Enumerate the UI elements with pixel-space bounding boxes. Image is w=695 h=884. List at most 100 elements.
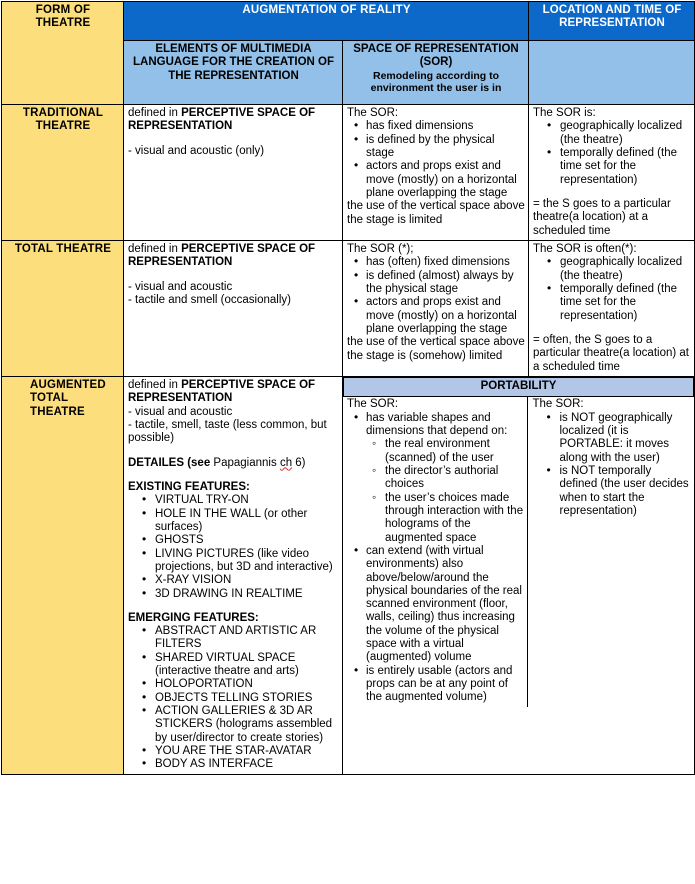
feature-item: GHOSTS <box>142 533 339 547</box>
cell-location-total: The SOR is often(*): geographically loca… <box>528 239 695 377</box>
feature-item: YOU ARE THE STAR-AVATAR <box>142 744 339 758</box>
location-bullet-list: geographically localized (the theatre) t… <box>533 255 691 323</box>
row-label-augmented-total-theatre: AUGMENTED TOTAL THEATRE <box>1 375 124 775</box>
header-location-and-time: LOCATION AND TIME OF REPRESENTATION <box>528 1 695 41</box>
existing-features-heading: EXISTING FEATURES: <box>128 480 250 493</box>
row-label-line2: THEATRE <box>35 120 91 133</box>
feature-item: LIVING PICTURES (like video projections,… <box>142 547 339 575</box>
spellcheck-underlined-word: ch <box>279 456 293 469</box>
cell-location-augmented: The SOR: is NOT geographically localized… <box>528 397 694 707</box>
feature-item: 3D DRAWING IN REALTIME <box>142 586 339 601</box>
location-bullet: temporally defined (the time set for the… <box>547 282 691 323</box>
sor-bullet: actors and props exist and move (mostly)… <box>354 159 525 200</box>
header-form-of-theatre: FORM OF THEATRE <box>1 1 124 105</box>
location-bullet: temporally defined (the time set for the… <box>547 146 691 187</box>
location-tail: = the S goes to a particular theatre(a l… <box>533 197 671 237</box>
row-label-line1: AUGMENTED <box>30 378 106 391</box>
table-header-row-1: FORM OF THEATRE AUGMENTATION OF REALITY … <box>1 1 695 105</box>
row-label-total-theatre: TOTAL THEATRE <box>1 239 124 377</box>
cell-sor-total: The SOR (*); has (often) fixed dimension… <box>341 239 530 377</box>
location-bullet: is NOT geographically localized (it is P… <box>547 411 691 465</box>
sor-sub-bullet-list: the real environment (scanned) of the us… <box>366 437 524 545</box>
feature-item: HOLOPORTATION <box>142 677 339 691</box>
location-tail: = often, the S goes to a particular thea… <box>533 333 689 373</box>
sor-bullet-list: has variable shapes and dimensions that … <box>347 411 524 705</box>
row-label-line2: TOTAL <box>30 392 69 405</box>
header-sor-line1: SPACE OF REPRESENTATION (SOR) <box>353 43 519 69</box>
location-intro: The SOR is often(*): <box>533 242 637 255</box>
row-label-line3: THEATRE <box>30 405 85 418</box>
emerging-features-heading: EMERGING FEATURES: <box>128 611 259 624</box>
elements-item: - tactile, smell, taste (less common, bu… <box>128 418 327 445</box>
sor-bullet-text: has variable shapes and dimensions that … <box>366 411 508 437</box>
header-form-line2: THEATRE <box>35 17 91 30</box>
sor-bullet: is entirely usable (actors and props can… <box>354 664 524 705</box>
sor-bullet-list: has fixed dimensions is defined by the p… <box>347 119 525 200</box>
portability-banner: PORTABILITY <box>343 376 695 398</box>
sor-tail: the use of the vertical space above the … <box>347 336 525 362</box>
elements-item: - visual and acoustic <box>128 280 233 293</box>
table-row-total-theatre: TOTAL THEATRE defined in PERCEPTIVE SPAC… <box>1 239 695 377</box>
feature-item: OBJECTS TELLING STORIES <box>142 691 339 705</box>
location-bullet-list: geographically localized (the theatre) t… <box>533 119 691 187</box>
sor-sub-bullet: the user’s choices made through interact… <box>372 491 524 545</box>
feature-item: SHARED VIRTUAL SPACE (interactive theatr… <box>142 651 339 679</box>
sor-bullet: can extend (with virtual environments) a… <box>354 544 524 665</box>
location-bullet: geographically localized (the theatre) <box>547 255 691 283</box>
elements-lead: defined in PERCEPTIVE SPACE OF REPRESENT… <box>128 243 339 270</box>
sor-bullet: has (often) fixed dimensions <box>354 255 525 269</box>
header-elements-of-multimedia-language: ELEMENTS OF MULTIMEDIA LANGUAGE FOR THE … <box>123 40 343 105</box>
feature-item: BODY AS INTERFACE <box>142 757 339 771</box>
elements-lead-plain: defined in <box>128 242 182 255</box>
sor-bullet-list: has (often) fixed dimensions is defined … <box>347 255 525 336</box>
sor-bullet: is defined (almost) always by the physic… <box>354 269 525 297</box>
emerging-features-list: ABSTRACT AND ARTISTIC AR FILTERS SHARED … <box>128 624 339 772</box>
detailes-tail: 6) <box>292 456 306 469</box>
sor-sub-bullet: the director’s authorial choices <box>372 464 524 492</box>
location-intro: The SOR: <box>532 398 584 411</box>
feature-item: ACTION GALLERIES & 3D AR STICKERS (holog… <box>142 704 339 745</box>
sor-bullet: has variable shapes and dimensions that … <box>354 411 524 545</box>
cell-elements-total: defined in PERCEPTIVE SPACE OF REPRESENT… <box>123 239 343 377</box>
location-bullet: geographically localized (the theatre) <box>547 119 691 147</box>
location-bullet-list: is NOT geographically localized (it is P… <box>532 411 691 519</box>
sor-sub-bullet: the real environment (scanned) of the us… <box>372 437 524 465</box>
cell-elements-traditional: defined in PERCEPTIVE SPACE OF REPRESENT… <box>123 104 343 241</box>
header-space-of-representation: SPACE OF REPRESENTATION (SOR) Remodeling… <box>341 40 530 105</box>
detailes-line: DETAILES (see Papagiannis ch 6) <box>128 457 339 470</box>
feature-item: X-RAY VISION <box>142 573 339 587</box>
sor-bullet: has fixed dimensions <box>354 119 525 133</box>
header-spacer-cell <box>528 40 695 105</box>
header-sor-line2: Remodeling according to environment the … <box>370 69 502 94</box>
feature-item: HOLE IN THE WALL (or other surfaces) <box>142 507 339 535</box>
sor-bullet: actors and props exist and move (mostly)… <box>354 295 525 336</box>
table-row-augmented-total-theatre: AUGMENTED TOTAL THEATRE defined in PERCE… <box>1 375 695 775</box>
sor-intro: The SOR (*); <box>347 242 414 255</box>
location-intro: The SOR is: <box>533 107 596 119</box>
header-form-line1: FORM OF <box>35 4 91 16</box>
table-page: FORM OF THEATRE AUGMENTATION OF REALITY … <box>0 0 695 884</box>
cell-location-traditional: The SOR is: geographically localized (th… <box>528 104 695 241</box>
detailes-bold: DETAILES (see <box>128 456 211 469</box>
elements-lead-plain: defined in <box>128 107 182 119</box>
comparison-table: FORM OF THEATRE AUGMENTATION OF REALITY … <box>1 1 695 775</box>
elements-item: - visual and acoustic <box>128 405 233 418</box>
elements-lead: defined in PERCEPTIVE SPACE OF REPRESENT… <box>128 379 339 406</box>
elements-item: - tactile and smell (occasionally) <box>128 293 291 306</box>
cell-sor-augmented: The SOR: has variable shapes and dimensi… <box>343 397 529 707</box>
row-label-line1: TRADITIONAL <box>22 107 104 119</box>
elements-lead: defined in PERCEPTIVE SPACE OF REPRESENT… <box>128 107 339 134</box>
cell-sor-traditional: The SOR: has fixed dimensions is defined… <box>341 104 530 241</box>
cell-elements-augmented: defined in PERCEPTIVE SPACE OF REPRESENT… <box>123 375 343 775</box>
elements-lead-plain: defined in <box>128 378 182 391</box>
elements-item: - visual and acoustic (only) <box>128 144 265 157</box>
location-bullet: is NOT temporally defined (the user deci… <box>547 464 691 518</box>
feature-item: VIRTUAL TRY-ON <box>142 493 339 507</box>
